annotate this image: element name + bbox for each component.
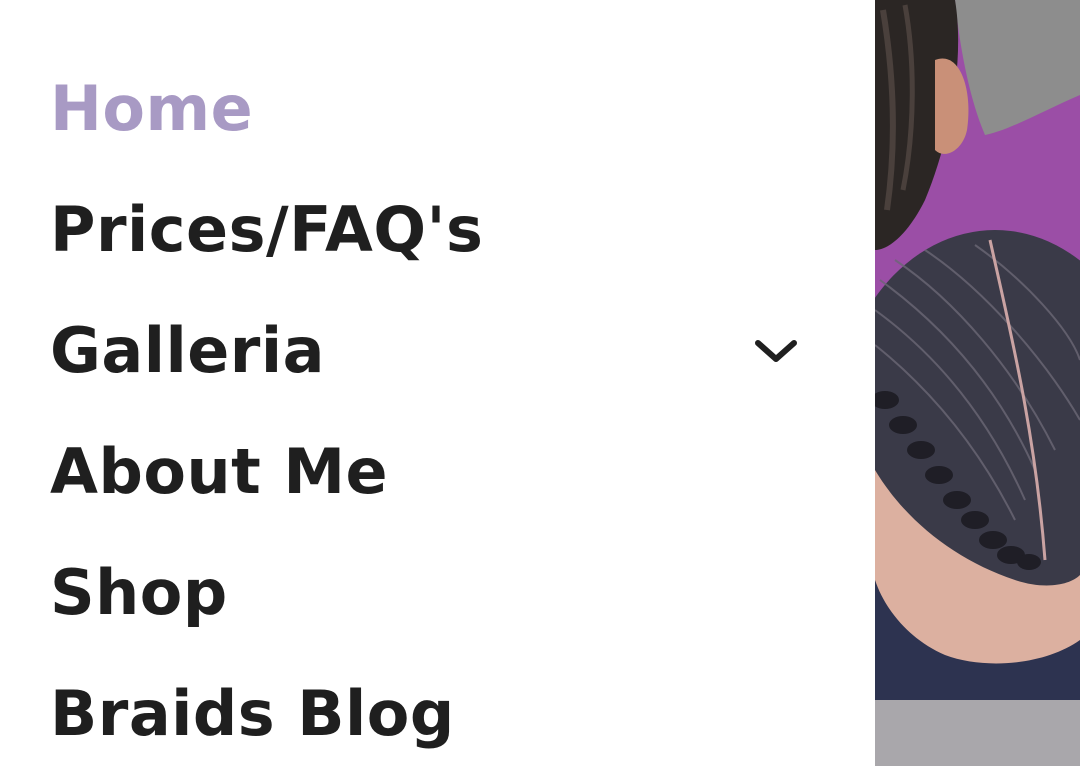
navigation-menu: Home Prices/FAQ's Galleria About Me Shop… <box>0 0 875 766</box>
nav-item-home[interactable]: Home <box>50 48 810 169</box>
nav-item-about-me[interactable]: About Me <box>50 411 810 532</box>
nav-item-braids-blog[interactable]: Braids Blog <box>50 653 810 766</box>
nav-list: Home Prices/FAQ's Galleria About Me Shop… <box>50 48 875 766</box>
nav-item-galleria[interactable]: Galleria <box>50 290 810 411</box>
nav-item-label: Home <box>50 71 254 145</box>
chevron-down-icon[interactable] <box>754 336 798 366</box>
nav-item-label: Galleria <box>50 313 325 387</box>
hero-photo <box>875 0 1080 766</box>
braids-photo-illustration <box>875 0 1080 766</box>
nav-item-prices-faqs[interactable]: Prices/FAQ's <box>50 169 810 290</box>
nav-item-shop[interactable]: Shop <box>50 532 810 653</box>
nav-item-label: About Me <box>50 434 389 508</box>
nav-item-label: Prices/FAQ's <box>50 192 484 266</box>
nav-item-label: Shop <box>50 555 228 629</box>
nav-item-label: Braids Blog <box>50 676 455 750</box>
